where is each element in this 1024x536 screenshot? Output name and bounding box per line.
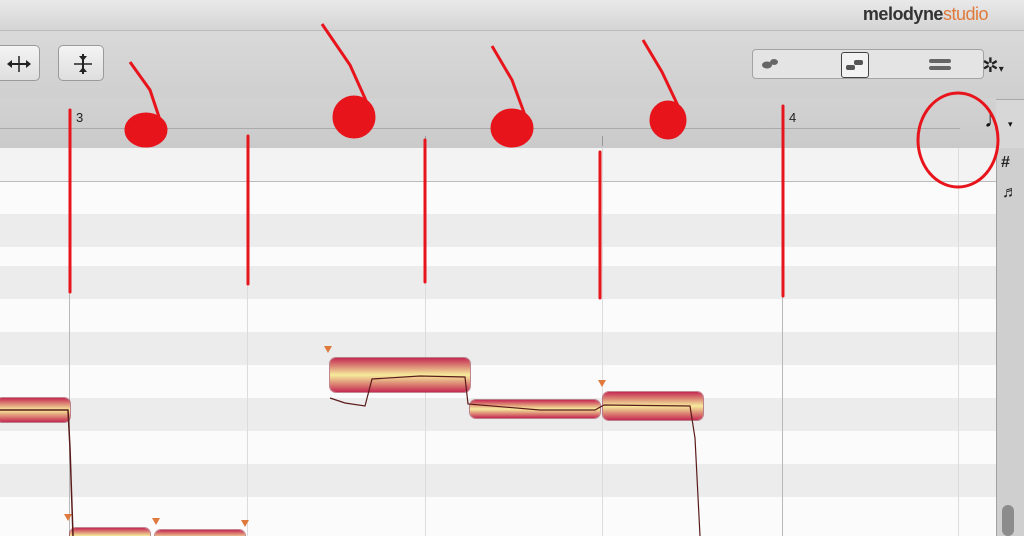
red-annotation-overlay	[68, 23, 1000, 300]
hand-drawn-eighth-notes	[124, 23, 687, 148]
hand-drawn-annotations	[68, 91, 1000, 300]
